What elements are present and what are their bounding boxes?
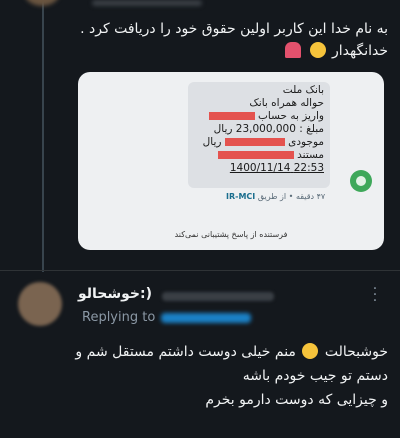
tweet-line-2-text: خدانگهدار [332, 43, 388, 59]
sms-meta-via: از طریق [257, 192, 287, 201]
smile-emoji-icon [302, 343, 319, 359]
sms-meta-time: ۴۷ دقیقه [295, 192, 326, 201]
blurred-handle [92, 0, 202, 6]
reply-line-2: دستم تو جیب خودم باشه [242, 368, 388, 384]
dancer-emoji-icon [285, 42, 302, 58]
replying-to: Replying to [82, 310, 252, 325]
sms-line-3-text: واریز به حساب [258, 110, 324, 122]
divider [0, 270, 400, 271]
sms-bubble: بانک ملت حواله همراه بانک واریز به حساب … [188, 82, 330, 188]
tweet-line-2: خدانگهدار [74, 40, 388, 62]
attached-image[interactable]: بانک ملت حواله همراه بانک واریز به حساب … [78, 72, 384, 250]
sender-icon [350, 170, 372, 192]
reply-line-1-b: منم خیلی دوست داشتم مستقل شم و [75, 344, 296, 360]
reply-line-1: خوشبحالت منم خیلی دوست داشتم مستقل شم و [74, 340, 388, 364]
reply-display-name[interactable]: خوشحالو:) [78, 286, 152, 302]
avatar[interactable] [24, 0, 60, 6]
sms-line-6-text: مستند [297, 149, 324, 161]
replying-to-handle[interactable] [161, 312, 252, 323]
sms-line-2: حواله همراه بانک [249, 97, 324, 109]
redaction [208, 112, 255, 120]
sms-datetime: 22:53 1400/11/14 [229, 162, 324, 174]
reply-text: خوشبحالت منم خیلی دوست داشتم مستقل شم و … [74, 340, 388, 412]
tweet-line-1: به نام خدا این کاربر اولین حقوق خود را د… [80, 21, 388, 37]
thread-line [42, 0, 44, 272]
more-vertical-icon[interactable]: · · · [370, 282, 380, 308]
redaction [217, 151, 294, 159]
smirk-emoji-icon [309, 42, 326, 58]
sms-line-6: مستند [194, 149, 324, 162]
tweet-text: به نام خدا این کاربر اولین حقوق خود را د… [74, 18, 388, 62]
sms-line-5-text: موجودی [288, 136, 324, 148]
sms-footer: فرستنده از پاسخ پشتیبانی نمی‌کند [174, 230, 288, 239]
sms-meta: ۴۷ دقیقه • از طریق IR-MCI [226, 192, 326, 201]
sms-line-5: موجودی ریال [194, 136, 324, 149]
sms-line-5-unit: ریال [202, 136, 222, 148]
avatar[interactable] [18, 282, 62, 326]
reply-line-3: و چیزایی که دوست دارمو بخرم [205, 392, 388, 408]
sms-meta-operator: IR-MCI [226, 192, 256, 201]
replying-to-label: Replying to [82, 310, 156, 325]
redaction [224, 138, 285, 146]
reply-line-1-a: خوشبحالت [324, 344, 388, 360]
sms-line-3: واریز به حساب [194, 110, 324, 123]
sms-line-1: بانک ملت [282, 84, 324, 96]
blurred-handle [162, 292, 274, 301]
sms-line-4: مبلغ : 23,000,000 ریال [213, 123, 324, 135]
